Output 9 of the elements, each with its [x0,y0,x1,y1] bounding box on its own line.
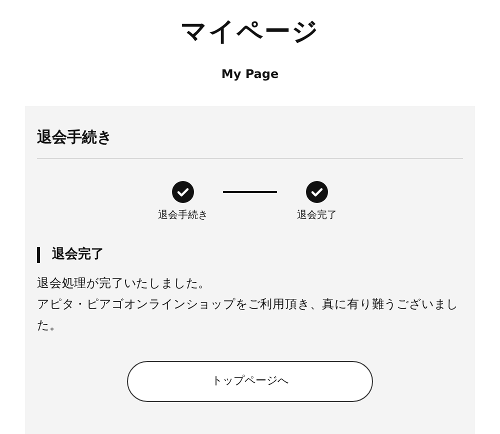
step-label: 退会手続き [158,209,208,223]
page-title: マイページ [180,16,320,49]
panel-heading: 退会手続き [37,126,463,159]
page-subtitle: My Page [220,66,280,82]
section-heading: 退会完了 [37,247,463,263]
top-page-button[interactable]: トップページへ [127,361,373,402]
message-text: 退会処理が完了いたしました。 [37,275,212,292]
step-label: 退会完了 [297,209,337,223]
message-text: アピタ・ピアゴオンラインショップをご利用頂き、真に有り難うございました。 [37,296,460,334]
